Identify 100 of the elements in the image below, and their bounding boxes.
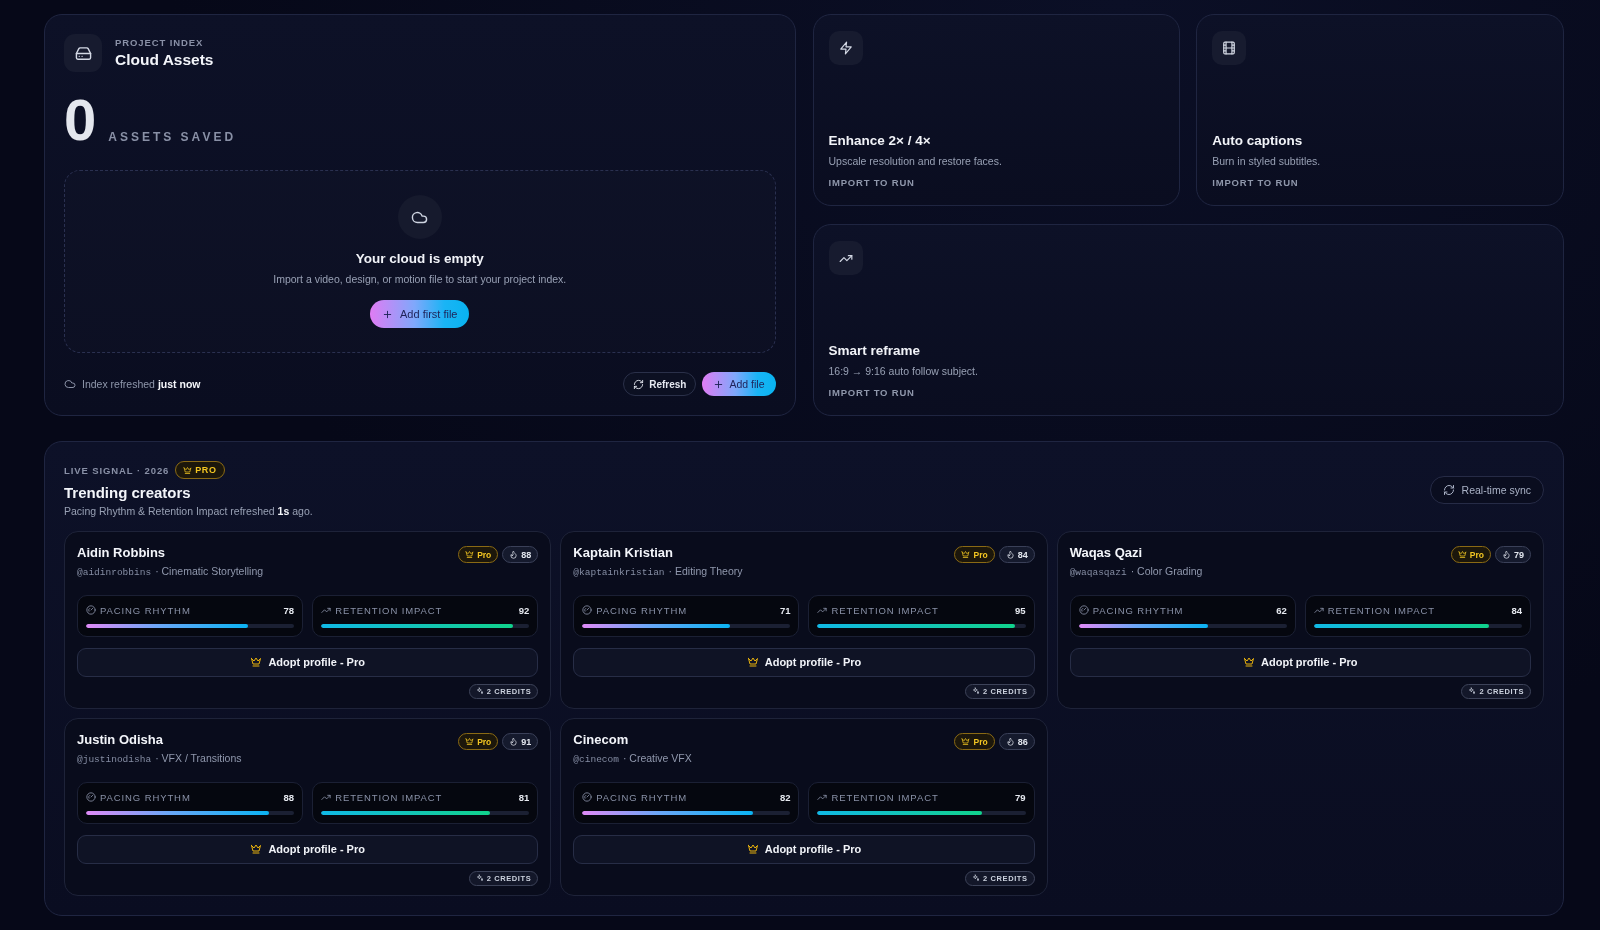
creator-name: Cinecom	[573, 731, 630, 749]
creator-specialty: · Creative VFX	[622, 751, 692, 765]
creator-name: Waqas Qazi	[1069, 544, 1144, 562]
score-value: 79	[1514, 549, 1524, 560]
metric-label: PACING RHYTHM	[100, 791, 191, 803]
pro-label: Pro	[1469, 549, 1484, 560]
tool-description: Upscale resolution and restore faces.	[828, 154, 1002, 168]
metric-label: RETENTION IMPACT	[831, 604, 939, 616]
trend-up-icon	[321, 605, 332, 615]
adopt-profile-button[interactable]: Adopt profile - Pro	[1069, 648, 1531, 677]
metric-value: 79	[1015, 791, 1026, 803]
metric-value: 88	[283, 791, 295, 803]
metric-label: PACING RHYTHM	[596, 791, 688, 803]
section-eyebrow: LIVE SIGNAL · 2026	[64, 464, 170, 476]
tool-title: Auto captions	[1212, 132, 1304, 150]
creator-handle: @cinecom	[573, 753, 619, 767]
sync-button[interactable]: Real-time sync	[1429, 475, 1544, 504]
sparkles-icon	[972, 687, 981, 696]
crown-icon	[250, 843, 263, 856]
crown-icon	[250, 656, 263, 669]
metric-value: 78	[283, 604, 295, 616]
metric-label: PACING RHYTHM	[100, 604, 191, 616]
metric-value: 84	[1511, 604, 1522, 616]
gauge-icon	[582, 605, 593, 615]
creator-specialty: · Editing Theory	[668, 564, 743, 578]
crown-icon	[465, 737, 475, 746]
metric-value: 82	[779, 791, 791, 803]
creator-handle: @justinodisha	[77, 753, 152, 767]
gauge-icon	[1078, 605, 1089, 615]
sparkles-icon	[475, 874, 484, 883]
flame-icon	[1502, 550, 1511, 559]
refresh-icon	[633, 378, 645, 390]
metric-value: 62	[1276, 604, 1287, 616]
tool-title: Enhance 2× / 4×	[828, 132, 932, 150]
gauge-icon	[86, 792, 96, 802]
panel-title: Cloud Assets	[115, 51, 214, 69]
tool-description: Burn in styled subtitles.	[1212, 154, 1321, 168]
metric-label: RETENTION IMPACT	[831, 791, 939, 803]
flame-icon	[509, 737, 519, 746]
adopt-profile-button[interactable]: Adopt profile - Pro	[77, 648, 539, 677]
crown-icon	[746, 656, 759, 669]
creator-name: Kaptain Kristian	[573, 544, 674, 562]
creator-specialty: · Cinematic Storytelling	[155, 564, 264, 578]
section-subtitle: Pacing Rhythm & Retention Impact refreshed 1s ago.	[64, 504, 313, 518]
crown-icon	[1457, 550, 1467, 559]
metric-label: PACING RHYTHM	[1092, 604, 1184, 616]
empty-description: Import a video, design, or motion file to start your project index.	[273, 272, 567, 286]
metric-value: 81	[518, 791, 530, 803]
pro-label: Pro	[973, 549, 988, 560]
status-text: Index refreshed just now	[82, 378, 201, 390]
add-first-file-button[interactable]: Add first file	[370, 300, 470, 328]
sparkles-icon	[475, 687, 484, 696]
creator-handle: @waqasqazi	[1069, 566, 1127, 580]
gauge-icon	[582, 792, 593, 802]
score-value: 86	[1017, 736, 1028, 747]
lightning-icon	[828, 31, 863, 65]
flame-icon	[509, 550, 519, 559]
refresh-button[interactable]: Refresh	[623, 372, 697, 396]
metric-value: 95	[1015, 604, 1026, 616]
tool-action-label: IMPORT TO RUN	[1212, 177, 1300, 189]
hard-drive-icon	[64, 34, 102, 72]
trend-up-icon	[817, 605, 828, 615]
score-value: 84	[1017, 549, 1028, 560]
count-label: ASSETS SAVED	[108, 130, 237, 144]
tool-title: Smart reframe	[828, 342, 922, 360]
score-value: 91	[521, 736, 532, 747]
crown-icon	[1243, 656, 1256, 669]
pro-label: Pro	[973, 736, 988, 747]
creator-handle: @aidinrobbins	[77, 566, 152, 580]
creator-handle: @kaptainkristian	[573, 566, 665, 580]
flame-icon	[1005, 550, 1015, 559]
crown-icon	[746, 843, 759, 856]
creator-specialty: · VFX / Transitions	[155, 751, 242, 765]
pro-label: Pro	[477, 736, 492, 747]
asset-count: 0	[64, 92, 97, 148]
add-file-button[interactable]: Add file	[702, 372, 776, 396]
section-title: Trending creators	[64, 483, 192, 503]
panel-eyebrow: PROJECT INDEX	[115, 37, 205, 48]
trend-up-icon	[1313, 605, 1324, 615]
metric-label: RETENTION IMPACT	[335, 791, 443, 803]
tool-action-label: IMPORT TO RUN	[828, 387, 916, 399]
metric-label: PACING RHYTHM	[596, 604, 688, 616]
refresh-icon	[1442, 483, 1455, 496]
tool-description: 16:9 → 9:16 auto follow subject.	[828, 364, 978, 378]
metric-value: 71	[779, 604, 791, 616]
cloud-icon	[397, 195, 442, 239]
adopt-profile-button[interactable]: Adopt profile - Pro	[573, 835, 1035, 864]
sparkles-icon	[972, 874, 981, 883]
tool-action-label: IMPORT TO RUN	[828, 177, 916, 189]
sparkles-icon	[1468, 687, 1477, 696]
trend-up-icon	[828, 241, 863, 275]
adopt-profile-button[interactable]: Adopt profile - Pro	[573, 648, 1035, 677]
metric-label: RETENTION IMPACT	[335, 604, 443, 616]
creator-name: Aidin Robbins	[77, 544, 167, 562]
trend-up-icon	[817, 792, 828, 802]
score-value: 88	[521, 549, 532, 560]
metric-value: 92	[518, 604, 530, 616]
creator-name: Justin Odisha	[77, 731, 164, 749]
adopt-profile-button[interactable]: Adopt profile - Pro	[77, 835, 539, 864]
metric-label: RETENTION IMPACT	[1327, 604, 1435, 616]
